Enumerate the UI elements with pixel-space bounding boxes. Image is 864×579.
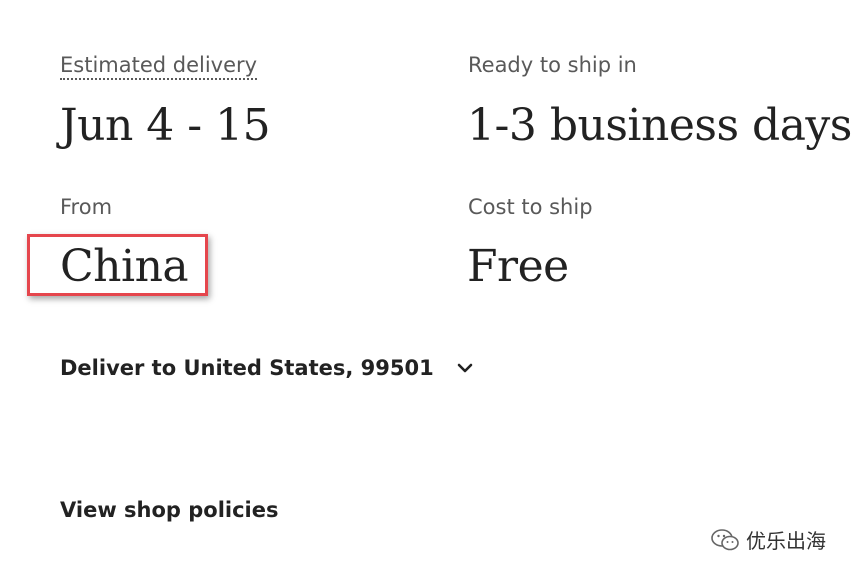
from-label: From: [60, 195, 113, 219]
cost-to-ship-label: Cost to ship: [468, 195, 593, 219]
watermark-text: 优乐出海: [746, 529, 826, 553]
estimated-delivery-value: Jun 4 - 15: [60, 100, 271, 151]
cost-to-ship-value: Free: [467, 241, 569, 292]
ready-to-ship-label: Ready to ship in: [468, 53, 637, 77]
highlight-annotation-box: [27, 234, 208, 296]
wechat-icon: [711, 528, 739, 550]
view-shop-policies-link[interactable]: View shop policies: [60, 498, 279, 522]
watermark: 优乐出海: [710, 525, 826, 554]
estimated-delivery-label[interactable]: Estimated delivery: [60, 55, 258, 80]
deliver-to-dropdown[interactable]: Deliver to United States, 99501: [60, 356, 474, 380]
chevron-down-icon: [457, 363, 473, 373]
ready-to-ship-value: 1-3 business days: [467, 100, 852, 151]
deliver-to-label: Deliver to United States, 99501: [60, 356, 434, 380]
